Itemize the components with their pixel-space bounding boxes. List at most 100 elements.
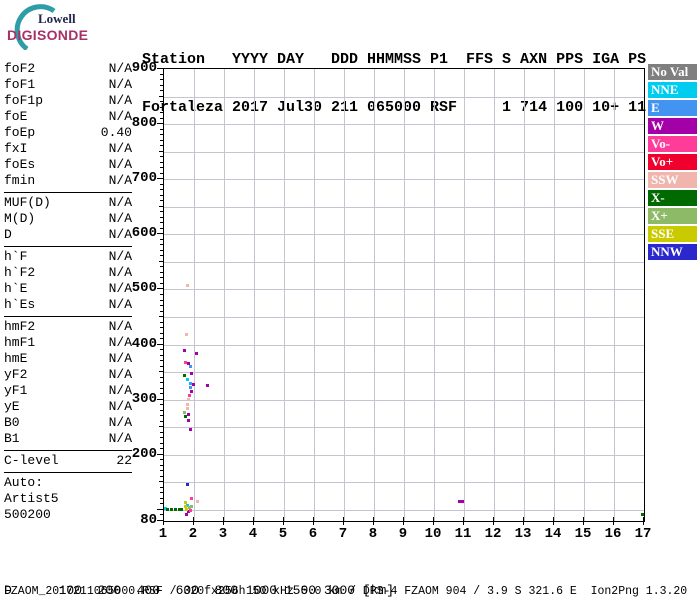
- data-point: [184, 512, 188, 516]
- param-label: MUF(D): [4, 195, 51, 210]
- gridline: [404, 69, 405, 521]
- param-label: hmF1: [4, 335, 36, 350]
- separator: [4, 246, 132, 247]
- param-label: foF2: [4, 61, 36, 76]
- data-point: [186, 377, 190, 381]
- separator: [4, 316, 132, 317]
- x-axis-label: 12: [484, 526, 502, 542]
- param-value: N/A: [108, 383, 132, 398]
- gridline: [164, 399, 644, 401]
- parameter-sidebar: foF2 N/A foF1 N/A foF1p N/A foE N/A foEp 0.40 fxI N…: [4, 61, 132, 523]
- gridline: [194, 69, 195, 521]
- param-section: C-level 22: [4, 453, 132, 469]
- param-row: M(D) N/A: [4, 211, 132, 227]
- data-point: [183, 411, 187, 415]
- param-row: fxI N/A: [4, 141, 132, 157]
- param-value: N/A: [108, 157, 132, 172]
- param-value: N/A: [108, 141, 132, 156]
- param-label: foF1p: [4, 93, 44, 108]
- digisonde-logo: Lowell DIGISONDE: [2, 2, 122, 50]
- x-axis-label: 17: [634, 526, 652, 542]
- gridline: [464, 69, 465, 521]
- data-point: [192, 382, 196, 386]
- param-label: foEp: [4, 125, 36, 140]
- param-value: N/A: [108, 61, 132, 76]
- gridline: [164, 454, 644, 456]
- param-label: foF1: [4, 77, 36, 92]
- data-point: [184, 507, 188, 511]
- x-axis-label: 6: [308, 526, 318, 542]
- x-axis-label: 9: [398, 526, 408, 542]
- gridline: [164, 206, 644, 208]
- param-label: foEs: [4, 157, 36, 172]
- param-value: N/A: [108, 319, 132, 334]
- data-point: [184, 414, 187, 418]
- data-point: [189, 427, 193, 431]
- data-point: [187, 505, 191, 509]
- data-point: [205, 383, 209, 387]
- gridline: [164, 124, 644, 126]
- param-value: N/A: [108, 297, 132, 312]
- param-row: foF1 N/A: [4, 77, 132, 93]
- data-point: [186, 407, 190, 410]
- param-value: N/A: [108, 93, 132, 108]
- data-point: [184, 500, 187, 504]
- x-axis-label: 13: [514, 526, 532, 542]
- logo-text-digisonde: DIGISONDE: [7, 27, 89, 43]
- param-row: B1 N/A: [4, 431, 132, 447]
- param-value: N/A: [108, 431, 132, 446]
- data-point: [166, 507, 169, 511]
- param-label: foE: [4, 109, 28, 124]
- param-row: foEp 0.40: [4, 125, 132, 141]
- param-row: hmF2 N/A: [4, 319, 132, 335]
- gridline: [224, 69, 225, 521]
- param-label: fxI: [4, 141, 28, 156]
- data-point: [187, 393, 191, 397]
- legend-item: No Val: [648, 64, 697, 80]
- gridline: [314, 69, 315, 521]
- param-value: 22: [116, 453, 132, 468]
- param-section: h`F N/A h`F2 N/A h`E N/A h`Es N/A: [4, 249, 132, 313]
- param-value: N/A: [108, 415, 132, 430]
- x-axis-label: 2: [188, 526, 198, 542]
- data-point: [189, 386, 193, 390]
- header-row-labels: Station YYYY DAY DDD HHMMSS P1 FFS S AXN…: [142, 51, 647, 68]
- gridline: [584, 69, 585, 521]
- data-point: [186, 483, 190, 487]
- x-axis-label: 3: [218, 526, 228, 542]
- param-row: hmE N/A: [4, 351, 132, 367]
- legend-item: X+: [648, 208, 697, 224]
- data-point: [460, 499, 464, 503]
- data-point: [183, 373, 187, 377]
- data-point: [180, 507, 184, 511]
- gridline: [494, 69, 495, 521]
- x-axis-label: 4: [248, 526, 258, 542]
- param-label: B0: [4, 415, 20, 430]
- param-row: D N/A: [4, 227, 132, 243]
- param-value: N/A: [108, 281, 132, 296]
- param-label: C-level: [4, 453, 59, 468]
- param-label: h`Es: [4, 297, 36, 312]
- data-point: [187, 419, 190, 423]
- gridline: [164, 179, 644, 181]
- param-row: B0 N/A: [4, 415, 132, 431]
- legend-item: X-: [648, 190, 697, 206]
- param-section: hmF2 N/A hmF1 N/A hmE N/A yF2 N/A yF1 N/A yE N/A B0 N…: [4, 319, 132, 447]
- data-point: [195, 351, 199, 355]
- data-point: [187, 398, 190, 402]
- param-value: N/A: [108, 399, 132, 414]
- param-value: N/A: [108, 195, 132, 210]
- gridline: [164, 289, 644, 291]
- param-label: hmF2: [4, 319, 36, 334]
- param-row: h`Es N/A: [4, 297, 132, 313]
- data-point: [190, 496, 193, 500]
- data-point: [184, 361, 187, 365]
- ionogram-plot: [163, 68, 645, 522]
- x-axis-label: 16: [604, 526, 622, 542]
- gridline: [164, 372, 644, 374]
- data-point: [174, 507, 178, 511]
- param-label: hmE: [4, 351, 28, 366]
- x-axis-label: 11: [454, 526, 472, 542]
- param-label: yF2: [4, 367, 28, 382]
- x-axis-label: 14: [544, 526, 562, 542]
